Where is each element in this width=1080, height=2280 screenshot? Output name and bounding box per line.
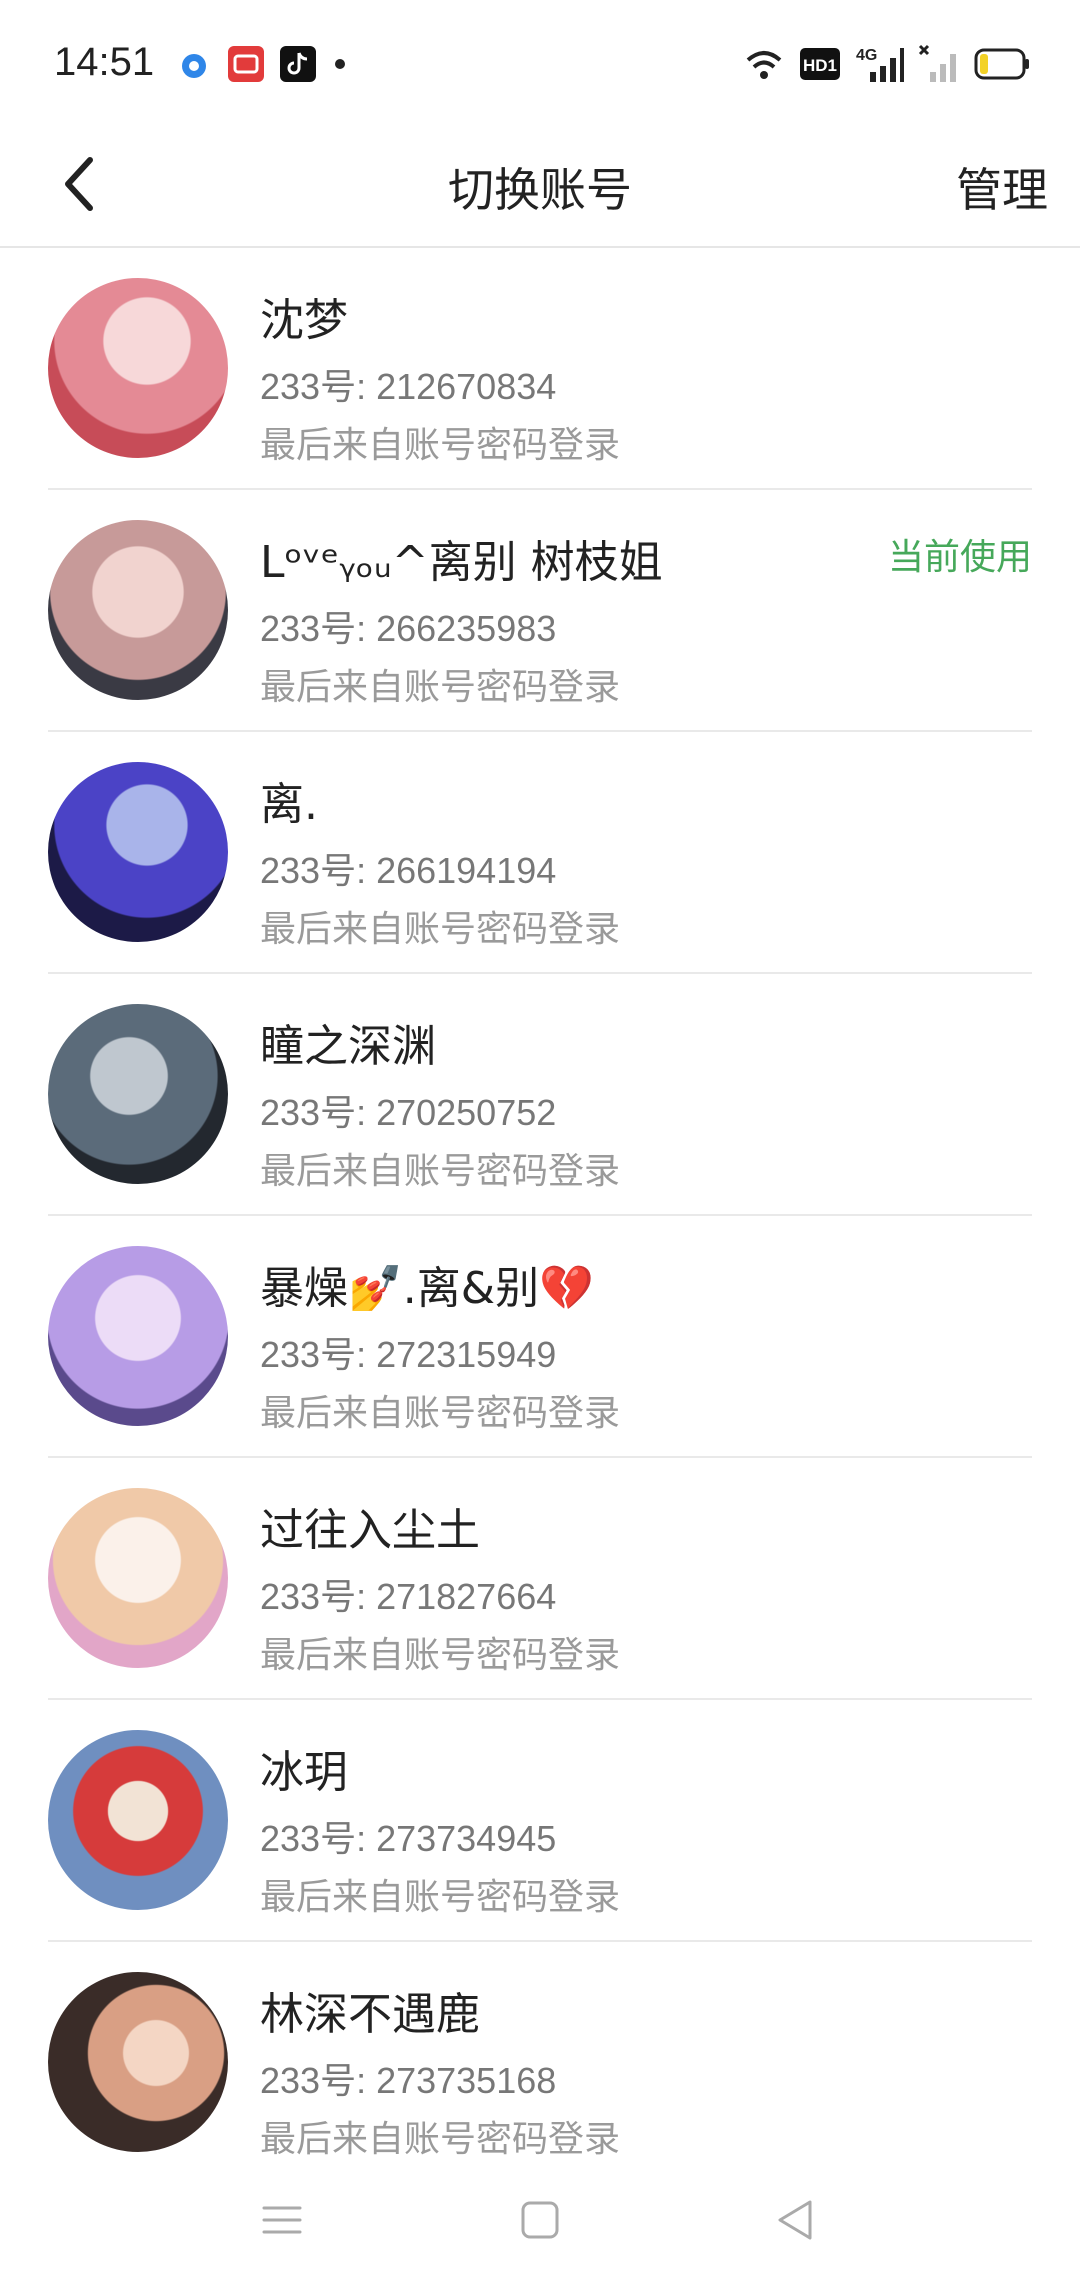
account-number: 233号: 273734945 — [260, 1818, 557, 1859]
wifi-icon — [746, 51, 782, 79]
account-number: 233号: 266235983 — [260, 608, 557, 649]
account-item[interactable]: Lᵒᵛᵉᵧₒᵤ^离别 树枝姐 233号: 266235983 最后来自账号密码登… — [48, 490, 1032, 732]
page-title: 切换账号 — [448, 163, 632, 217]
login-method: 最后来自账号密码登录 — [260, 1877, 621, 1918]
back-triangle-icon[interactable] — [766, 2190, 826, 2250]
account-item[interactable]: 过往入尘土 233号: 271827664 最后来自账号密码登录 — [48, 1458, 1032, 1700]
avatar — [48, 1972, 228, 2152]
tiktok-icon — [280, 46, 316, 82]
login-method: 最后来自账号密码登录 — [260, 2119, 621, 2160]
avatar — [48, 1246, 228, 1426]
account-item[interactable]: 暴燥💅.离&别💔 233号: 272315949 最后来自账号密码登录 — [48, 1216, 1032, 1458]
login-method: 最后来自账号密码登录 — [260, 425, 621, 466]
current-account-badge: 当前使用 — [887, 537, 1032, 578]
manage-button[interactable]: 管理 — [956, 154, 1048, 220]
no-signal-icon — [918, 44, 956, 82]
account-item[interactable]: 沈梦 233号: 212670834 最后来自账号密码登录 — [48, 248, 1032, 490]
login-method: 最后来自账号密码登录 — [260, 1393, 621, 1434]
account-number: 233号: 212670834 — [260, 366, 557, 407]
hd-label: HD1 — [803, 56, 837, 75]
account-item[interactable]: 林深不遇鹿 233号: 273735168 最后来自账号密码登录 — [48, 1942, 1032, 2184]
account-name: 暴燥💅.离&别💔 — [260, 1263, 594, 1314]
login-method: 最后来自账号密码登录 — [260, 909, 621, 950]
hd-icon: HD1 — [800, 48, 840, 80]
account-item[interactable]: 离. 233号: 266194194 最后来自账号密码登录 — [48, 732, 1032, 974]
red-app-icon — [228, 46, 264, 82]
header: 切换账号 管理 — [0, 130, 1080, 248]
login-method: 最后来自账号密码登录 — [260, 1151, 621, 1192]
navigation-bar — [0, 2160, 1080, 2280]
dot-icon — [335, 59, 345, 69]
account-item[interactable]: 瞳之深渊 233号: 270250752 最后来自账号密码登录 — [48, 974, 1032, 1216]
account-name: 林深不遇鹿 — [260, 1989, 480, 2040]
account-number: 233号: 266194194 — [260, 850, 557, 891]
account-number: 233号: 271827664 — [260, 1576, 557, 1617]
login-method: 最后来自账号密码登录 — [260, 667, 621, 708]
account-name: 冰玥 — [260, 1747, 348, 1798]
avatar — [48, 520, 228, 700]
account-list: 沈梦 233号: 212670834 最后来自账号密码登录 Lᵒᵛᵉᵧₒᵤ^离别… — [0, 248, 1080, 2184]
account-name: Lᵒᵛᵉᵧₒᵤ^离别 树枝姐 — [260, 537, 663, 588]
battery-icon — [974, 48, 1029, 80]
account-number: 233号: 272315949 — [260, 1334, 557, 1375]
account-name: 离. — [260, 779, 318, 830]
circle-app-icon — [182, 54, 206, 78]
4g-signal-icon: 4G — [856, 47, 904, 82]
login-method: 最后来自账号密码登录 — [260, 1635, 621, 1676]
avatar — [48, 1004, 228, 1184]
home-square-icon[interactable] — [510, 2190, 570, 2250]
account-number: 233号: 273735168 — [260, 2060, 557, 2101]
status-time: 14:51 — [54, 40, 155, 84]
avatar — [48, 1730, 228, 1910]
network-label: 4G — [856, 47, 877, 64]
account-item[interactable]: 冰玥 233号: 273734945 最后来自账号密码登录 — [48, 1700, 1032, 1942]
avatar — [48, 762, 228, 942]
avatar — [48, 1488, 228, 1668]
account-name: 过往入尘土 — [260, 1505, 480, 1556]
avatar — [48, 278, 228, 458]
status-bar: 14:51 HD1 4G — [0, 0, 1080, 130]
account-name: 沈梦 — [260, 295, 348, 346]
menu-icon[interactable] — [252, 2190, 312, 2250]
account-number: 233号: 270250752 — [260, 1092, 557, 1133]
account-name: 瞳之深渊 — [260, 1021, 436, 1072]
